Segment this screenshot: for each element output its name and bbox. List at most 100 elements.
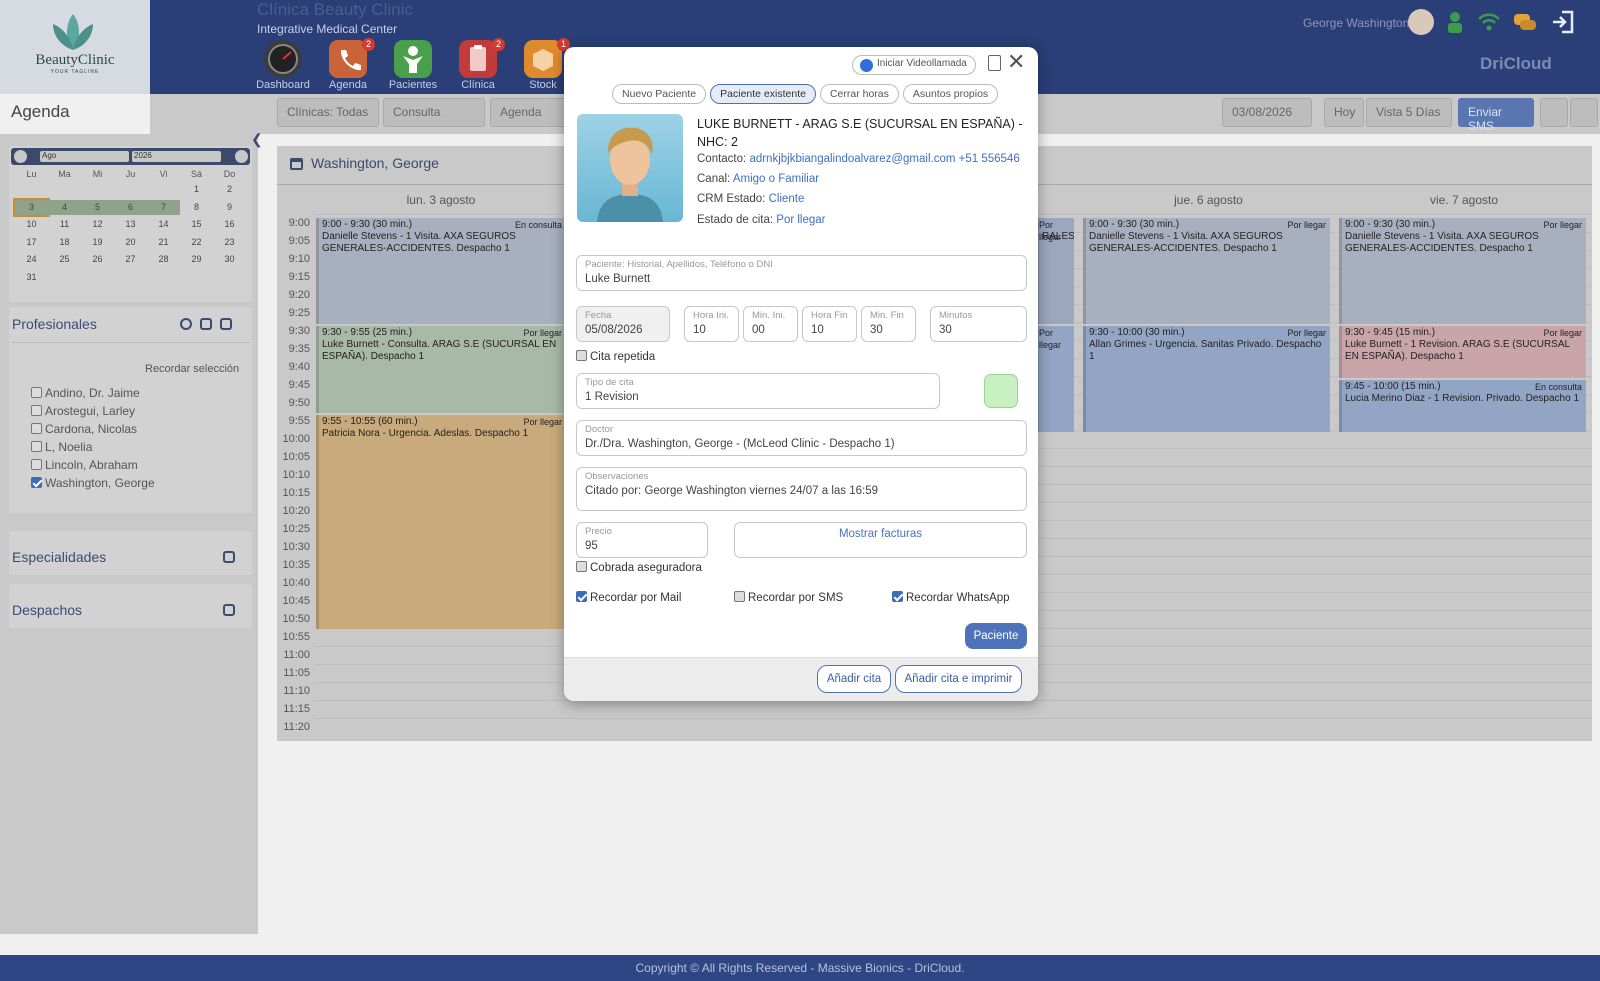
send-sms-button[interactable]: Enviar SMS [1458, 98, 1534, 133]
repeat-checkbox[interactable]: Cita repetida [576, 350, 655, 363]
calendar-day[interactable]: 14 [147, 217, 180, 232]
date-input[interactable]: 03/08/2026 [1222, 98, 1312, 127]
doctor-icon[interactable] [1442, 9, 1468, 35]
type-color-swatch[interactable] [984, 374, 1018, 408]
user-avatar[interactable] [1408, 9, 1434, 35]
calendar-day[interactable]: 18 [48, 235, 81, 250]
checkbox-box[interactable] [31, 387, 42, 398]
date-field[interactable]: Fecha 05/08/2026 [576, 306, 670, 342]
hour-end-field[interactable]: Hora Fin 10 [802, 306, 857, 342]
calendar-day[interactable]: 10 [15, 217, 48, 232]
price-field[interactable]: Precio 95 [576, 522, 708, 558]
calendar-day[interactable]: 5 [81, 199, 114, 215]
calendar-day[interactable]: 22 [180, 235, 213, 250]
tab-new-patient[interactable]: Nuevo Paciente [612, 84, 707, 104]
patient-search-field[interactable]: Paciente: Historial, Apellidos, Teléfono… [576, 255, 1027, 291]
clipboard-copy-icon[interactable] [988, 55, 1001, 71]
patient-button[interactable]: Paciente [965, 623, 1027, 649]
checkbox-box[interactable] [31, 459, 42, 470]
remind-sms-checkbox[interactable]: Recordar por SMS [734, 591, 843, 604]
calendar-day[interactable]: 6 [114, 199, 147, 215]
appointment[interactable]: 9:00 - 9:30 (30 min.) Por llegar Daniell… [1339, 218, 1586, 324]
tab-close-hours[interactable]: Cerrar horas [819, 84, 899, 104]
appointment[interactable]: 9:00 - 9:30 (30 min.) En consulta Daniel… [316, 218, 566, 324]
calendar-day[interactable]: 13 [114, 217, 147, 232]
appointment[interactable]: 9:00 - 9:30 (30 min.) Por llegar Daniell… [1083, 218, 1330, 324]
add-appointment-button[interactable]: Añadir cita [817, 665, 891, 693]
calendar-day[interactable]: 17 [15, 235, 48, 250]
chat-icon[interactable] [1512, 9, 1538, 35]
insurer-paid-checkbox[interactable]: Cobrada aseguradora [576, 561, 702, 574]
month-select[interactable]: Ago [40, 151, 129, 162]
calendar-day[interactable]: 12 [81, 217, 114, 232]
wifi-icon[interactable] [1476, 9, 1502, 35]
remind-mail-checkbox[interactable]: Recordar por Mail [576, 591, 681, 604]
hour-start-field[interactable]: Hora Ini. 10 [684, 306, 739, 342]
minute-end-field[interactable]: Min. Fin 30 [861, 306, 916, 342]
calendar-day[interactable]: 26 [81, 252, 114, 267]
calendar-day[interactable]: 16 [213, 217, 246, 232]
appointment[interactable]: Por llegar RALES- [1036, 218, 1074, 324]
video-call-button[interactable]: Iniciar Videollamada [852, 55, 976, 75]
appointment[interactable]: Por llegar [1036, 326, 1074, 432]
today-button[interactable]: Hoy [1324, 98, 1364, 127]
status-link[interactable]: Por llegar [776, 214, 825, 226]
professional-item[interactable]: Lincoln, Abraham [31, 458, 138, 472]
calendar-day[interactable]: 29 [180, 252, 213, 267]
view-days-dropdown[interactable]: Vista 5 Días [1366, 98, 1452, 127]
calendar-day[interactable]: 31 [15, 270, 48, 285]
clinic-filter-select[interactable]: Clínicas: Todas [277, 98, 379, 127]
checkbox-box[interactable] [31, 405, 42, 416]
professional-item[interactable]: Arostegui, Larley [31, 404, 135, 418]
calendar-day[interactable]: 4 [48, 199, 81, 215]
calendar-day[interactable]: 11 [48, 217, 81, 232]
appointment[interactable]: 9:30 - 9:55 (25 min.) Por llegar Luke Bu… [316, 326, 566, 413]
next-month-icon[interactable] [235, 150, 248, 163]
calendar-day[interactable]: 3 [13, 197, 50, 217]
appointment[interactable]: 9:55 - 10:55 (60 min.) Por llegar Patric… [316, 415, 566, 629]
module-agenda[interactable]: 2 Agenda [317, 38, 379, 91]
view-filter-select[interactable]: Agenda [490, 98, 570, 127]
user-name[interactable]: George Washington [1303, 16, 1409, 30]
prev-month-icon[interactable] [14, 150, 27, 163]
expand-icon[interactable] [223, 551, 235, 563]
checkbox-box[interactable] [31, 477, 42, 488]
observations-textarea[interactable]: Observaciones Citado por: George Washing… [576, 467, 1027, 511]
show-invoices-button[interactable]: Mostrar facturas [734, 522, 1027, 558]
calendar-day[interactable]: 28 [147, 252, 180, 267]
contact-link[interactable]: adrnkjbjkbiangalindoalvarez@gmail.com +5… [749, 153, 1019, 165]
logo[interactable]: BeautyClinic YOUR TAGLINE [0, 0, 150, 94]
calendar-day[interactable]: 27 [114, 252, 147, 267]
crm-link[interactable]: Cliente [769, 193, 805, 205]
add-and-print-button[interactable]: Añadir cita e imprimir [895, 665, 1022, 693]
logout-icon[interactable] [1550, 9, 1576, 35]
calendar-day[interactable]: 19 [81, 235, 114, 250]
calendar-day[interactable]: 25 [48, 252, 81, 267]
check-all-icon[interactable] [180, 318, 192, 330]
collapse-icon[interactable] [220, 318, 232, 330]
tab-own-matters[interactable]: Asuntos propios [902, 84, 999, 104]
appointment[interactable]: 9:45 - 10:00 (15 min.) En consulta Lucia… [1339, 380, 1586, 432]
professional-item[interactable]: Washington, George [31, 476, 155, 490]
calendar-day[interactable]: 2 [213, 182, 246, 197]
calendar-day[interactable]: 20 [114, 235, 147, 250]
module-patients[interactable]: Pacientes [382, 40, 444, 91]
type-filter-select[interactable]: Consulta [383, 98, 485, 127]
channel-link[interactable]: Amigo o Familiar [733, 173, 819, 185]
calendar-day[interactable]: 23 [213, 235, 246, 250]
calendar-day[interactable]: 7 [147, 199, 180, 215]
appointment[interactable]: 9:30 - 9:45 (15 min.) Por llegar Luke Bu… [1339, 326, 1586, 378]
appointment-type-select[interactable]: Tipo de cita 1 Revision [576, 373, 940, 409]
appointment[interactable]: 9:30 - 10:00 (30 min.) Por llegar Allan … [1083, 326, 1330, 432]
doctor-select[interactable]: Doctor Dr./Dra. Washington, George - (Mc… [576, 420, 1027, 456]
minutes-field[interactable]: Minutos 30 [930, 306, 1027, 342]
calendar-day[interactable]: 15 [180, 217, 213, 232]
calendar-export-icon[interactable] [1540, 98, 1568, 127]
year-select[interactable]: 2026 [132, 151, 221, 162]
calendar-day[interactable]: 21 [147, 235, 180, 250]
close-icon[interactable]: ✕ [1007, 50, 1025, 74]
tab-existing-patient[interactable]: Paciente existente [710, 84, 816, 104]
professional-item[interactable]: Andino, Dr. Jaime [31, 386, 140, 400]
calendar-day[interactable]: 8 [180, 200, 213, 215]
print-icon[interactable] [1570, 98, 1598, 127]
